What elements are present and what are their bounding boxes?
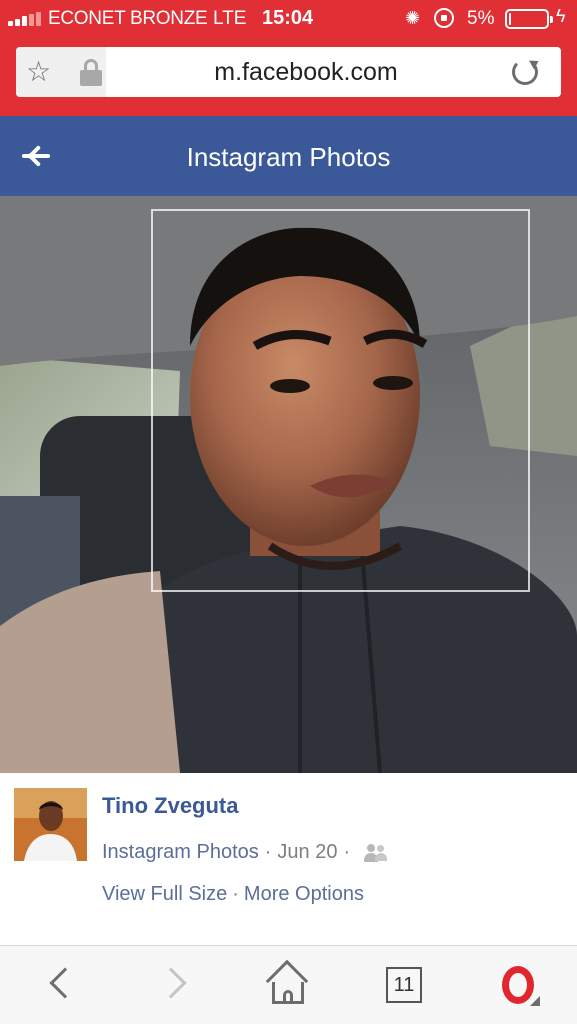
reload-icon[interactable] <box>512 59 538 85</box>
meta-separator: · <box>343 841 351 863</box>
album-link[interactable]: Instagram Photos <box>102 841 259 864</box>
back-button[interactable] <box>24 946 104 1024</box>
tabs-button[interactable]: 11 <box>365 946 445 1024</box>
author-name[interactable]: Tino Zveguta <box>102 793 239 819</box>
face-tag-box[interactable] <box>151 209 530 592</box>
back-icon <box>49 967 81 999</box>
friends-icon <box>364 843 388 862</box>
menu-corner-icon <box>530 996 540 1006</box>
padlock-icon <box>80 59 102 86</box>
battery-fill <box>509 13 511 25</box>
view-full-size-link[interactable]: View Full Size <box>102 883 227 905</box>
author-avatar[interactable] <box>14 788 87 861</box>
forward-button[interactable] <box>140 946 220 1024</box>
star-icon[interactable]: ☆ <box>26 55 51 88</box>
battery-icon <box>505 9 553 29</box>
charging-bolt-icon: ϟ <box>556 6 566 26</box>
home-button[interactable] <box>250 946 330 1024</box>
page-title: Instagram Photos <box>186 142 391 172</box>
browser-toolbar: 11 <box>0 945 577 1024</box>
more-options-link[interactable]: More Options <box>244 883 364 905</box>
battery-percent: 5% <box>467 8 495 29</box>
meta-separator: · <box>264 841 272 863</box>
network-type: LTE <box>213 8 247 29</box>
rotation-lock-icon <box>434 8 454 28</box>
tabs-icon: 11 <box>386 967 422 1003</box>
actions-separator: · <box>232 883 239 905</box>
signal-icon <box>8 12 41 26</box>
back-arrow-icon[interactable] <box>14 138 58 174</box>
photo[interactable] <box>0 196 577 773</box>
activity-icon: ✺ <box>405 8 421 28</box>
status-time: 15:04 <box>262 7 314 29</box>
post-info: Tino Zveguta Instagram Photos · Jun 20 ·… <box>0 773 577 945</box>
address-bar[interactable]: ☆ m.facebook.com <box>16 47 561 97</box>
post-meta: Instagram Photos · Jun 20 · <box>102 841 388 864</box>
carrier-name: ECONET BRONZE <box>48 8 208 29</box>
post-date[interactable]: Jun 20 <box>277 841 337 864</box>
post-actions: View Full Size · More Options <box>102 883 364 906</box>
browser-chrome: ECONET BRONZE LTE 15:04 ✺ 5% ϟ ☆ m.faceb… <box>0 0 577 116</box>
address-bar-left: ☆ <box>16 47 106 97</box>
opera-menu-button[interactable] <box>480 946 560 1024</box>
forward-icon <box>155 967 187 999</box>
url-text[interactable]: m.facebook.com <box>106 47 506 97</box>
page-header: Instagram Photos <box>0 116 577 196</box>
status-bar: ECONET BRONZE LTE 15:04 ✺ 5% ϟ <box>0 0 577 38</box>
